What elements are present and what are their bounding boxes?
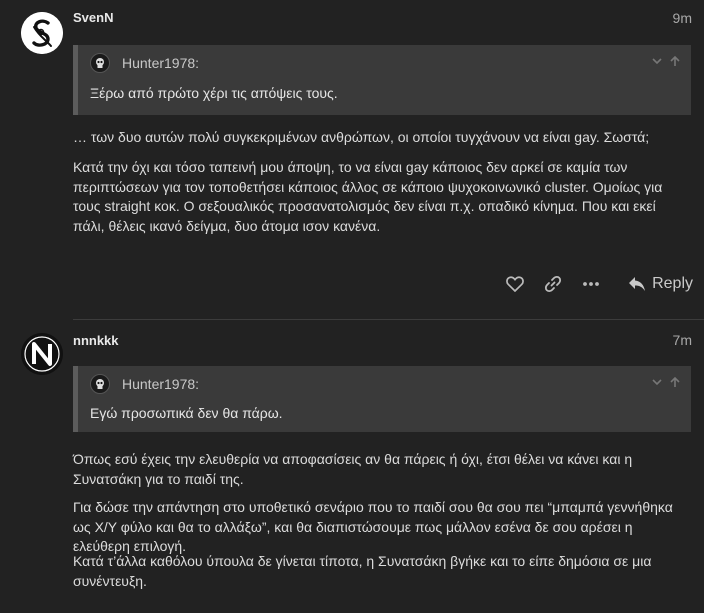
more-button[interactable] [572,281,610,287]
quote-avatar [90,53,110,73]
chevron-down-icon[interactable] [651,376,663,388]
quote-block: Hunter1978: Εγώ προσωπικά δεν θα πάρω. [73,366,691,432]
reply-label: Reply [652,275,693,292]
post-time[interactable]: 9m [673,10,692,26]
username[interactable]: nnnkkk [73,333,119,348]
post-nnnkkk: nnnkkk 7m Hunter1978: Εγώ προσωπικά δεν … [0,320,704,613]
quote-block: Hunter1978: Ξέρω από πρώτο χέρι τις απόψ… [73,45,691,115]
username[interactable]: SvenN [73,10,113,25]
avatar[interactable] [21,333,63,375]
quote-username[interactable]: Hunter1978: [122,376,199,392]
ampersand-s-logo-icon [21,12,63,54]
quote-text: Ξέρω από πρώτο χέρι τις απόψεις τους. [90,85,338,101]
post-svenn: SvenN 9m Hunter1978: Ξέρω από πρώτο χέρι… [0,0,704,320]
reply-icon [629,277,646,291]
quote-header: Hunter1978: [90,53,199,73]
arrow-up-icon[interactable] [669,376,681,388]
post-actions: Reply [496,275,693,293]
post-time[interactable]: 7m [673,332,692,348]
chevron-down-icon[interactable] [651,55,663,67]
like-button[interactable] [496,276,534,292]
quote-controls [651,376,681,388]
post-paragraph: Για δώσε την απάντηση στο υποθετικό σενά… [73,499,673,554]
copy-link-button[interactable] [534,275,572,293]
quote-text: Εγώ προσωπικά δεν θα πάρω. [90,405,283,421]
arrow-up-icon[interactable] [669,55,681,67]
quote-header: Hunter1978: [90,374,199,394]
quote-avatar [90,374,110,394]
post-paragraph: Κατά τ’άλλα καθόλου ύπουλα δε γίνεται τί… [73,553,652,589]
skull-icon [96,379,104,389]
quote-controls [651,55,681,67]
ellipsis-icon [583,282,599,286]
link-icon [545,275,562,293]
n-logo-icon [21,333,63,375]
reply-button[interactable]: Reply [628,275,693,293]
post-paragraph: Όπως εσύ έχεις την ελευθερία να αποφασίσ… [73,451,633,487]
post-paragraph: Κατά την όχι και τόσο ταπεινή μου άποψη,… [73,159,663,234]
quote-username[interactable]: Hunter1978: [122,55,199,71]
skull-icon [96,58,104,68]
post-paragraph: … των δυο αυτών πολύ συγκεκριμένων ανθρώ… [73,129,650,145]
heart-icon [506,276,524,292]
avatar[interactable] [21,12,63,54]
